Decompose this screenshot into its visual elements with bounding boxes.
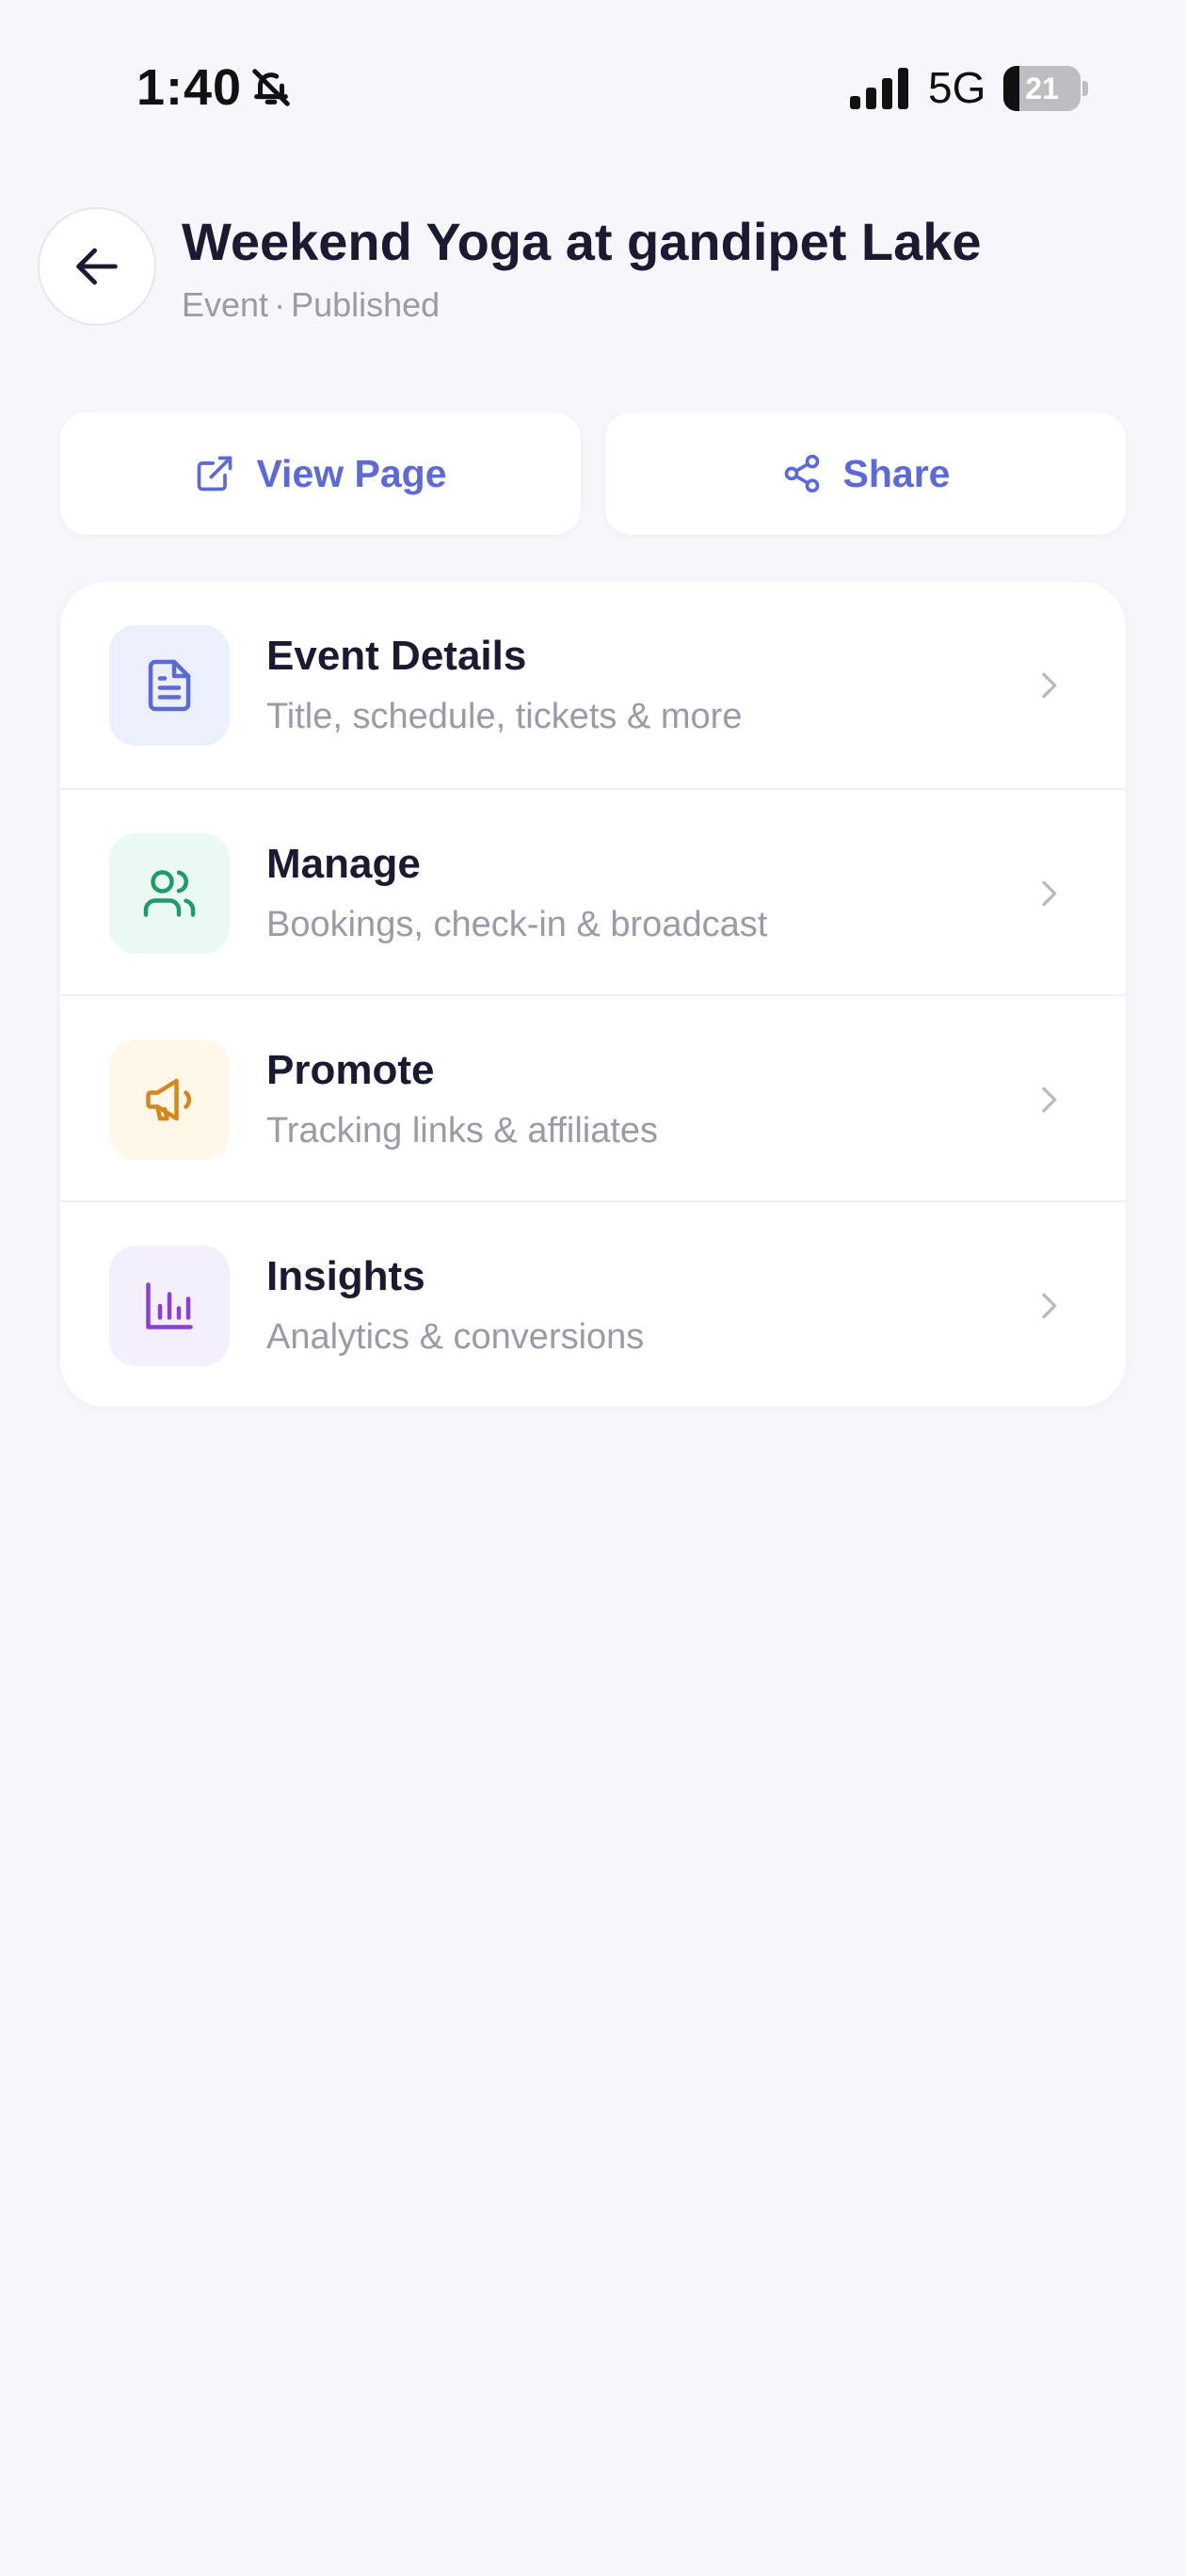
meta-separator: · (274, 285, 286, 324)
menu-item-title: Insights (266, 1253, 425, 1299)
view-page-button[interactable]: View Page (60, 412, 581, 535)
event-type: Event (182, 285, 269, 324)
chevron-right-icon (1042, 880, 1057, 907)
page-title: Weekend Yoga at gandipet Lake (182, 212, 982, 271)
menu-item-promote[interactable]: Promote Tracking links & affiliates (60, 994, 1126, 1200)
status-time: 1:40 (136, 59, 243, 116)
menu-item-description: Tracking links & affiliates (266, 1111, 659, 1151)
promote-icon-box (109, 1039, 230, 1160)
bell-off-icon (252, 69, 290, 106)
event-details-icon-box (109, 625, 230, 746)
arrow-left-icon (76, 248, 118, 285)
chevron-right-icon (1042, 1087, 1057, 1113)
menu-item-manage[interactable]: Manage Bookings, check-in & broadcast (60, 788, 1126, 994)
event-overview-screen: 1:40 5G 21 Weekend Yoga at gandipet Lake… (0, 0, 1186, 2576)
network-type: 5G (928, 63, 986, 112)
menu-item-title: Promote (266, 1047, 435, 1093)
menu-item-insights[interactable]: Insights Analytics & conversions (60, 1200, 1126, 1407)
users-icon (143, 870, 196, 917)
chevron-right-icon (1042, 672, 1057, 699)
share-icon (784, 454, 819, 493)
battery-level: 21 (1025, 72, 1059, 105)
menu-item-description: Bookings, check-in & broadcast (266, 905, 768, 944)
battery-icon: 21 (1003, 66, 1088, 111)
event-meta: Event · Published (182, 285, 440, 325)
event-status: Published (291, 285, 441, 324)
external-link-icon (198, 456, 232, 491)
share-label: Share (842, 451, 951, 495)
back-button[interactable] (38, 207, 156, 326)
menu-item-description: Analytics & conversions (266, 1317, 645, 1357)
bar-chart-icon (146, 1282, 193, 1329)
manage-icon-box (109, 833, 230, 954)
menu-item-event-details[interactable]: Event Details Title, schedule, tickets &… (60, 582, 1126, 788)
document-icon (148, 659, 191, 712)
menu-item-title: Manage (266, 841, 421, 887)
megaphone-icon (146, 1078, 192, 1121)
view-page-label: View Page (256, 451, 447, 495)
chevron-right-icon (1042, 1293, 1057, 1319)
menu-item-title: Event Details (266, 633, 527, 679)
cellular-signal-icon (850, 68, 908, 109)
insights-icon-box (109, 1246, 230, 1366)
share-button[interactable]: Share (605, 412, 1126, 535)
menu-item-description: Title, schedule, tickets & more (266, 697, 743, 736)
event-menu: Event Details Title, schedule, tickets &… (60, 582, 1126, 1407)
status-bar: 1:40 5G 21 (0, 0, 1186, 179)
